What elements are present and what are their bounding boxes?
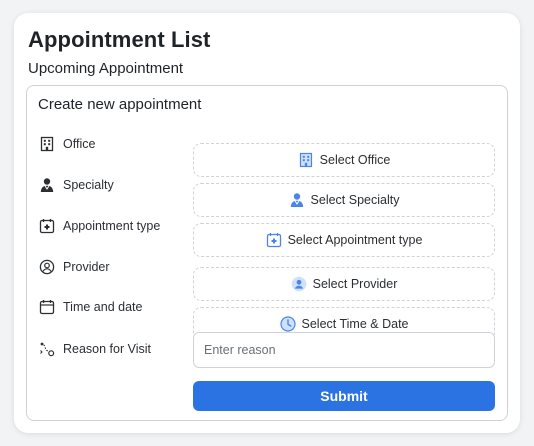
specialty-label: Specialty	[63, 178, 114, 192]
clock-icon	[279, 316, 296, 332]
page-title: Appointment List	[28, 27, 211, 52]
user-circle-icon	[38, 258, 56, 276]
medical-calendar-icon	[266, 232, 282, 248]
time-date-label-row: Time and date	[38, 289, 142, 325]
office-building-icon	[298, 152, 314, 168]
reason-label-row: Reason for Visit	[38, 331, 151, 367]
select-specialty-button[interactable]: Select Specialty	[193, 183, 495, 217]
select-specialty-label: Select Specialty	[310, 193, 400, 207]
form-title: Create new appointment	[38, 96, 202, 113]
select-appointment-type-button[interactable]: Select Appointment type	[193, 223, 495, 257]
appointment-type-label-row: Appointment type	[38, 208, 160, 244]
route-icon	[38, 340, 56, 358]
reason-label: Reason for Visit	[63, 342, 152, 356]
select-office-button[interactable]: Select Office	[193, 143, 495, 177]
doctor-icon	[289, 192, 305, 208]
select-appointment-type-label: Select Appointment type	[287, 233, 423, 247]
doctor-icon	[38, 176, 56, 194]
medical-calendar-icon	[38, 217, 56, 235]
reason-input[interactable]	[193, 332, 495, 368]
provider-label-row: Provider	[38, 249, 110, 285]
appointment-card: Appointment List Upcoming Appointment Cr…	[14, 13, 520, 433]
provider-avatar-icon	[291, 276, 307, 292]
create-appointment-form: Create new appointment Office Select Off…	[26, 85, 508, 421]
select-provider-button[interactable]: Select Provider	[193, 267, 495, 301]
section-title: Upcoming Appointment	[28, 60, 184, 77]
select-provider-label: Select Provider	[312, 277, 398, 291]
select-time-date-label: Select Time & Date	[301, 317, 409, 331]
office-building-icon	[38, 135, 56, 153]
office-label: Office	[63, 137, 96, 151]
specialty-label-row: Specialty	[38, 167, 114, 203]
calendar-icon	[38, 298, 56, 316]
time-date-label: Time and date	[63, 300, 143, 314]
appointment-type-label: Appointment type	[63, 219, 161, 233]
submit-button[interactable]: Submit	[193, 381, 495, 411]
select-office-label: Select Office	[319, 153, 391, 167]
provider-label: Provider	[63, 260, 110, 274]
office-label-row: Office	[38, 126, 95, 162]
